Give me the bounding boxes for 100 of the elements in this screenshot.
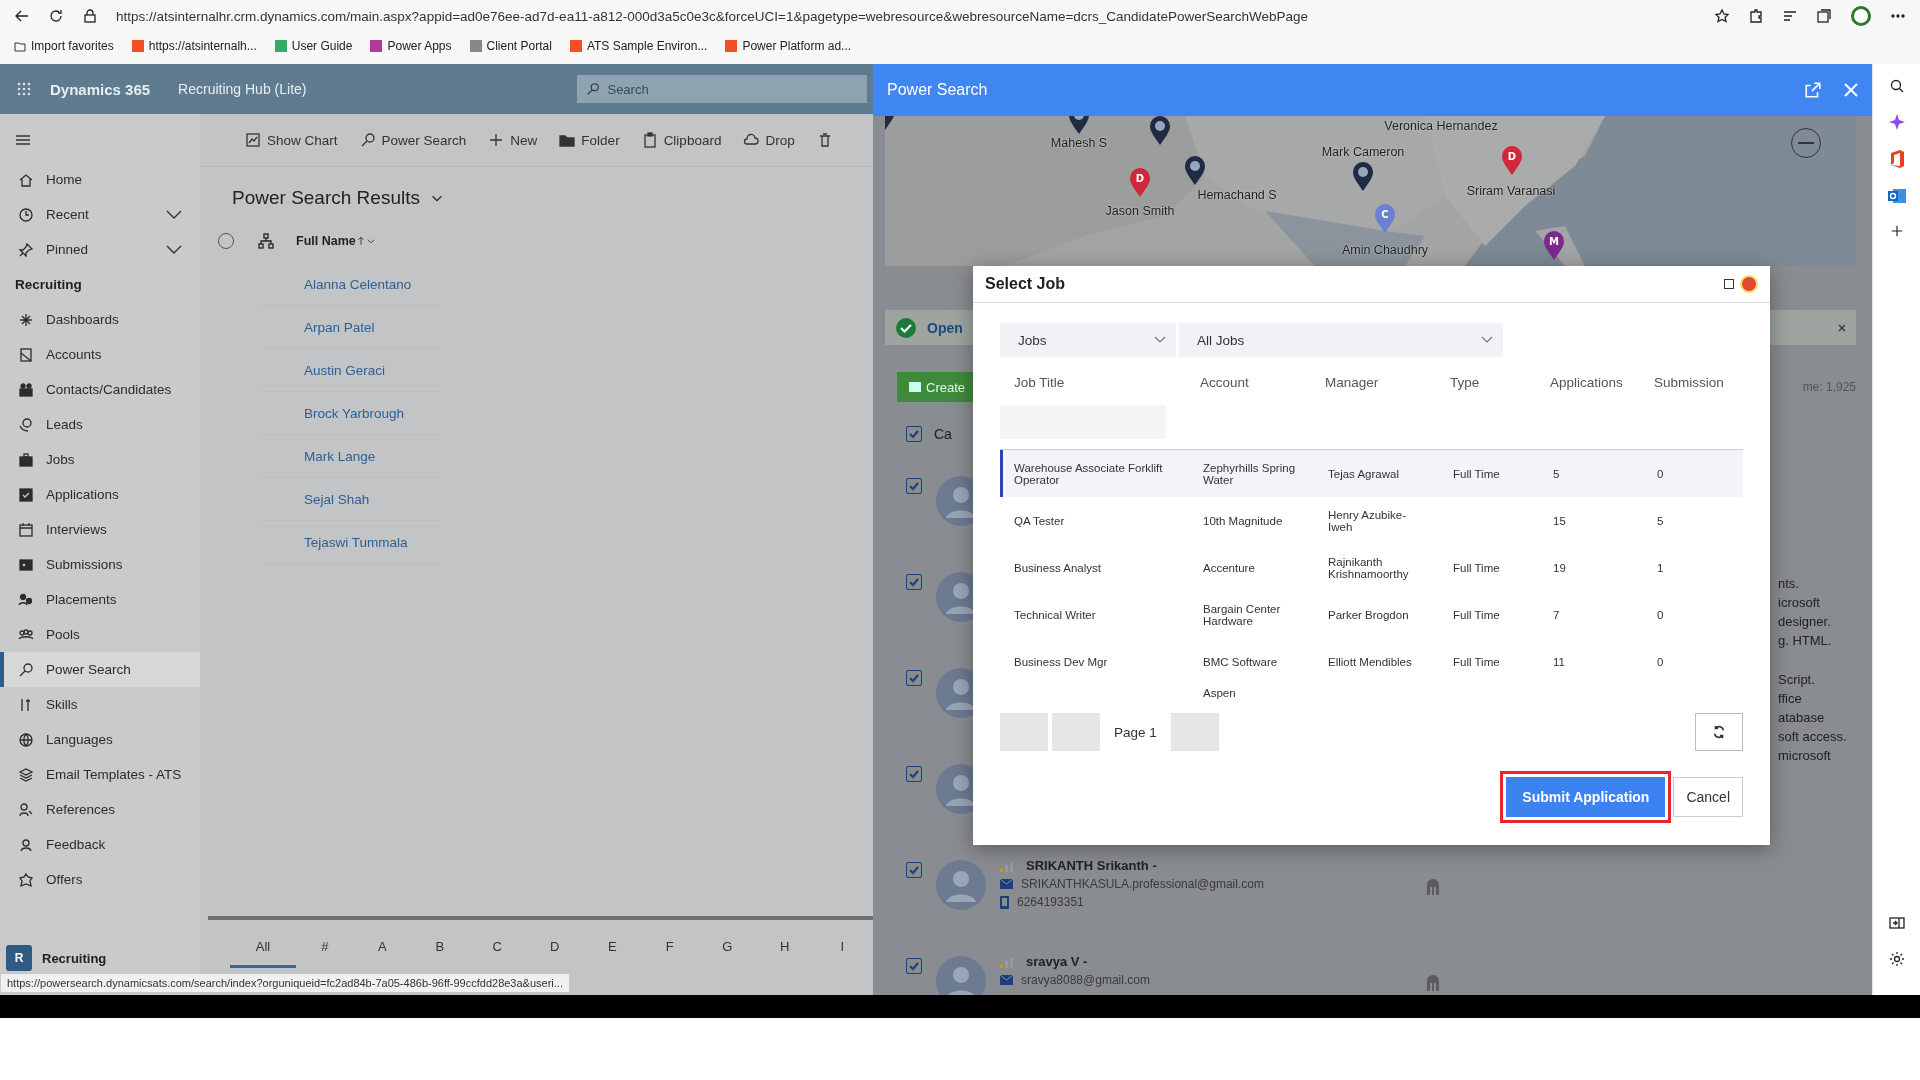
view-title[interactable]: Power Search Results [232,187,420,209]
nav-item[interactable]: Submissions [0,547,200,582]
nav-item[interactable]: Contacts/Candidates [0,372,200,407]
column-header[interactable]: Submission [1654,374,1724,390]
checkbox[interactable] [906,426,922,442]
checkbox[interactable] [906,862,922,878]
toolbar-button[interactable]: Show Chart [245,132,338,148]
record-link[interactable]: Sejal Shah [304,491,370,507]
dropdown[interactable]: All Jobs [1179,323,1503,357]
close-button[interactable] [1740,275,1758,293]
nav-item[interactable]: Pools [0,617,200,652]
table-row[interactable]: Aspen [1000,685,1743,705]
alphabet-filter[interactable]: D [526,927,584,968]
column-header[interactable]: Job Title [1014,374,1065,390]
column-header[interactable]: Type [1450,374,1480,390]
nav-item[interactable]: Placements [0,582,200,617]
nav-item[interactable]: Offers [0,862,200,897]
map-pin-icon[interactable] [1149,116,1171,146]
alphabet-filter[interactable]: G [698,927,756,968]
alphabet-filter[interactable]: F [641,927,699,968]
toolbar-button[interactable]: Clipboard [641,132,722,148]
refresh-button[interactable] [1695,713,1743,751]
table-row[interactable]: Technical Writer Bargain Center Hardware Parker Brogdon Full Time 7 0 [1000,591,1743,638]
nav-item[interactable]: Power Search [0,652,200,687]
nav-item[interactable]: Dashboards [0,302,200,337]
popout-icon[interactable] [1804,81,1822,99]
column-header[interactable]: Manager [1325,374,1379,390]
nav-item[interactable]: Leads [0,407,200,442]
candidate-name[interactable]: sravya V - [1026,954,1088,969]
cancel-button[interactable]: Cancel [1673,777,1743,817]
favorite-link[interactable]: Import favorites [14,39,114,53]
app-name[interactable]: Dynamics 365 [50,80,151,98]
favorite-link[interactable]: ATS Sample Environ... [569,39,708,53]
profile-avatar-icon[interactable] [1850,5,1872,27]
map-pin-icon[interactable]: M [1543,231,1565,261]
map-pin-icon[interactable]: D [1501,146,1523,176]
sparkle-icon[interactable] [1888,114,1905,130]
nav-item[interactable]: Pinned [0,232,200,267]
alphabet-filter[interactable]: H [756,927,814,968]
nav-item[interactable]: Applications [0,477,200,512]
nav-item[interactable]: Languages [0,722,200,757]
table-row[interactable]: QA Tester 10th Magnitude Henry Azubike-Iweh 15 5 [1000,497,1743,544]
favorite-link[interactable]: https://atsinternalh... [131,39,257,53]
favorite-link[interactable]: Power Apps [370,39,452,53]
record-link[interactable]: Austin Geraci [304,362,386,378]
table-row[interactable]: Business Analyst Accenture Rajnikanth Krishnamoorthy Full Time 19 1 [1000,544,1743,591]
office-icon[interactable] [1888,150,1905,168]
toolbar-button[interactable]: Power Search [359,132,467,148]
address-bar-url[interactable]: https://atsinternalhr.crm.dynamics.com/main.aspx?appid=ad0e76ee-ad7d-ea11-a812-000d3a5c0e3c&forceUCI=1&pagetype=webresource&webresourceName=dcrs_CandidatePowerSearchWebPage [116,8,1308,24]
alphabet-filter[interactable]: B [411,927,469,968]
favorite-link[interactable]: Client Portal [469,39,552,53]
area-switcher-label[interactable]: Recruiting [42,950,107,966]
checkbox[interactable] [906,478,922,494]
alphabet-filter[interactable]: # [296,927,354,968]
nav-item[interactable]: Skills [0,687,200,722]
map-pin-icon[interactable]: C [1374,204,1396,234]
table-row[interactable]: Warehouse Associate Forklift Operator Zephyrhills Spring Water Tejas Agrawal Full Time 5 0 [1000,450,1743,497]
column-header[interactable]: Applications [1550,374,1623,390]
nav-item[interactable]: Accounts [0,337,200,372]
nav-item[interactable]: Recent [0,197,200,232]
nav-item[interactable]: Jobs [0,442,200,477]
checkbox[interactable] [906,958,922,974]
checkbox[interactable] [906,766,922,782]
dropdown[interactable]: Jobs [1000,323,1176,357]
mail-app-icon[interactable] [1887,188,1906,204]
toolbar-button[interactable]: New [488,132,538,148]
map-pin-icon[interactable]: D [1129,168,1151,198]
table-cell: Aspen [1203,687,1236,699]
area-badge[interactable]: R [6,945,32,971]
toolbar-button[interactable]: Folder [559,132,620,148]
map-pin-icon[interactable] [1352,162,1374,192]
record-link[interactable]: Alanna Celentano [304,276,412,292]
favorite-link[interactable]: Power Platform ad... [725,39,852,53]
nav-item[interactable]: Email Templates - ATS [0,757,200,792]
close-icon[interactable] [1838,323,1846,332]
nav-item[interactable]: Home [0,162,200,197]
submit-button[interactable]: Submit Application [1506,777,1666,817]
record-link[interactable]: Brock Yarbrough [304,405,405,421]
map-pin-icon[interactable] [1184,156,1206,186]
table-row[interactable]: Business Dev Mgr BMC Software Elliott Mendibles Full Time 11 0 [1000,638,1743,685]
checkbox[interactable] [906,574,922,590]
checkbox[interactable] [906,670,922,686]
alphabet-filter[interactable]: C [468,927,526,968]
column-header[interactable]: Full Name [296,234,356,248]
alphabet-filter[interactable]: E [583,927,641,968]
candidate-name[interactable]: SRIKANTH Srikanth - [1026,858,1157,873]
alphabet-filter[interactable]: A [353,927,411,968]
alphabet-filter[interactable]: I [813,927,871,968]
record-link[interactable]: Tejaswi Tummala [304,534,408,550]
nav-item[interactable]: References [0,792,200,827]
nav-item[interactable]: Interviews [0,512,200,547]
maximize-icon[interactable] [1724,279,1734,289]
toolbar-button[interactable]: Drop [743,132,795,148]
record-link[interactable]: Arpan Patel [304,319,375,335]
search-field[interactable]: Search [577,75,868,103]
alphabet-filter[interactable]: All [230,927,296,968]
column-header[interactable]: Account [1200,374,1249,390]
nav-item[interactable]: Feedback [0,827,200,862]
record-link[interactable]: Mark Lange [304,448,376,464]
favorite-link[interactable]: User Guide [274,39,353,53]
